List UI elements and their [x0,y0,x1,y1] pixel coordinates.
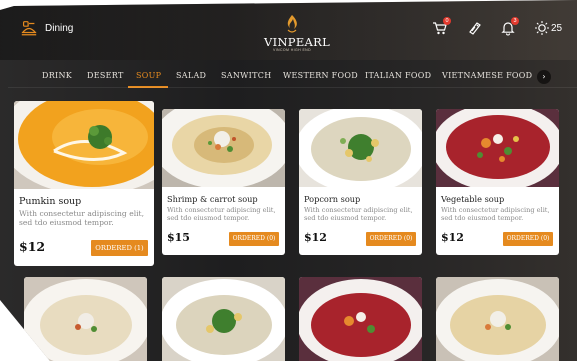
temperature: 25 [551,22,563,34]
cart-badge: 0 [443,17,451,25]
soup-image [436,277,559,361]
card-title: Popcorn soup [304,194,361,204]
service-button[interactable] [466,20,482,36]
vegetable-soup-image [436,109,559,187]
ordered-button[interactable]: ORDERED (0) [503,232,553,246]
soup-image [162,277,285,361]
food-card-row2-1[interactable] [24,277,147,361]
sun-icon [535,21,549,35]
food-card-popcorn-soup[interactable]: Popcorn soup With consectetur adipiscing… [299,109,422,255]
tab-sanwitch[interactable]: SANWITCH [221,71,271,80]
popcorn-soup-image [299,109,422,187]
soup-image [24,277,147,361]
food-card-vegetable-soup[interactable]: Vegetable soup With consectetur adipisci… [436,109,559,255]
tag-icon [469,22,481,35]
pumkin-soup-image [14,101,154,189]
vinpearl-logo: VINPEARL VINCOM HIGH END [264,14,331,53]
card-price: $12 [19,239,46,254]
card-price: $12 [441,231,464,244]
ordered-button[interactable]: ORDERED (0) [229,232,279,246]
shrimp-carrot-soup-image [162,109,285,187]
category-tabs: DRINK DESERT SOUP SALAD SANWITCH WESTERN… [0,62,577,88]
top-actions: 0 3 25 [432,17,562,36]
card-price: $15 [167,231,190,244]
tab-salad[interactable]: SALAD [176,71,206,80]
food-card-row2-2[interactable] [162,277,285,361]
weather-widget: 25 [534,20,562,36]
card-title: Vegetable soup [441,194,505,204]
nav-next-button[interactable]: › [537,70,551,84]
logo-flame-icon [287,15,297,33]
dining-screen: Dining VINPEARL VINCOM HIGH END 0 3 25 D… [0,0,577,361]
food-card-row2-3[interactable] [299,277,422,361]
logo-text: VINPEARL [264,35,331,49]
dining-service-icon [21,21,37,36]
top-bar: Dining VINPEARL VINCOM HIGH END 0 3 25 [0,14,577,53]
tab-soup[interactable]: SOUP [136,71,161,80]
card-description: With consectetur adipiscing elit, sed td… [304,206,413,223]
card-title: Shrimp & carrot soup [167,194,258,204]
tabs-divider [8,87,577,88]
ordered-button[interactable]: ORDERED (0) [366,232,416,246]
tab-drink[interactable]: DRINK [42,71,72,80]
tab-western-food[interactable]: WESTERN FOOD [283,71,358,80]
section-title: Dining [45,22,74,34]
food-card-shrimp-carrot-soup[interactable]: Shrimp & carrot soup With consectetur ad… [162,109,285,255]
card-description: With consectetur adipiscing elit, sed td… [441,206,550,223]
food-card-row2-4[interactable] [436,277,559,361]
card-title: Pumkin soup [19,196,82,207]
card-price: $12 [304,231,327,244]
tab-vietnamese-food[interactable]: VIETNAMESE FOOD [442,71,532,80]
card-description: With consectetur adipiscing elit, sed td… [19,209,145,228]
ordered-button[interactable]: ORDERED (1) [91,240,148,256]
tab-italian-food[interactable]: ITALIAN FOOD [365,71,431,80]
cart-button[interactable]: 0 [432,17,451,36]
food-card-pumkin-soup[interactable]: Pumkin soup With consectetur adipiscing … [14,101,154,266]
notification-badge: 3 [511,17,519,25]
card-description: With consectetur adipiscing elit, sed td… [167,206,276,223]
soup-image [299,277,422,361]
dining-section[interactable]: Dining [20,19,73,37]
tab-desert[interactable]: DESERT [87,71,124,80]
chevron-right-icon: › [542,72,546,81]
notification-button[interactable]: 3 [500,17,519,36]
